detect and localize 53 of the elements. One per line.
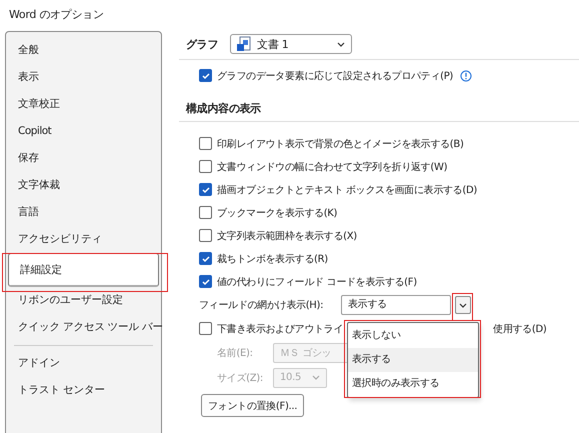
checkbox-label: ブックマークを表示する(K) bbox=[217, 206, 338, 220]
sidebar-item[interactable]: 言語 bbox=[6, 199, 161, 226]
chevron-down-icon bbox=[312, 375, 320, 380]
checkbox-label: 印刷レイアウト表示で背景の色とイメージを表示する(B) bbox=[217, 138, 464, 150]
section-heading: 構成内容の表示 bbox=[186, 102, 261, 115]
checkbox[interactable] bbox=[199, 229, 212, 242]
checkmark-icon bbox=[200, 70, 210, 80]
chevron-down-icon bbox=[337, 42, 346, 46]
info-icon[interactable] bbox=[460, 70, 472, 82]
checkmark-icon bbox=[200, 254, 210, 264]
checkbox[interactable] bbox=[199, 69, 212, 82]
checkbox-label: 文字列表示範囲枠を表示する(X) bbox=[217, 230, 357, 242]
checkbox[interactable] bbox=[199, 137, 212, 150]
sidebar-item[interactable]: クイック アクセス ツール バー bbox=[6, 314, 161, 341]
sidebar-item[interactable]: 文字体裁 bbox=[6, 172, 161, 199]
document-dropdown[interactable]: 文書 1 bbox=[230, 34, 352, 54]
window-title: Word のオプション bbox=[8, 7, 104, 23]
font-replace-button[interactable]: フォントの置換(F)... bbox=[201, 394, 304, 417]
dropdown-option[interactable]: 選択時のみ表示する bbox=[348, 372, 478, 396]
field-label: 名前(E): bbox=[217, 346, 254, 360]
checkmark-icon bbox=[200, 184, 210, 194]
sidebar-item[interactable]: リボンのユーザー設定 bbox=[6, 287, 161, 314]
field-label: フィールドの網かけ表示(H): bbox=[199, 298, 324, 312]
checkbox-label: 下書き表示およびアウトライ bbox=[217, 322, 344, 336]
checkbox-label: グラフのデータ要素に応じて設定されるプロパティ(P) bbox=[217, 70, 454, 82]
checkbox-label: 裁ちトンボを表示する(R) bbox=[217, 252, 328, 266]
sidebar-item[interactable]: アクセシビリティ bbox=[6, 226, 161, 253]
checkbox-label: 描画オブジェクトとテキスト ボックスを画面に表示する(D) bbox=[217, 184, 477, 196]
checkbox-label: 値の代わりにフィールド コードを表示する(F) bbox=[217, 276, 417, 288]
sidebar-item[interactable]: 詳細設定 bbox=[8, 253, 159, 287]
checkbox-label: 文書ウィンドウの幅に合わせて文字列を折り返す(W) bbox=[217, 160, 448, 174]
checkbox[interactable] bbox=[199, 183, 212, 196]
dropdown-button[interactable] bbox=[455, 296, 471, 314]
shading-dropdown[interactable]: 表示する bbox=[341, 295, 451, 315]
sidebar-item[interactable]: アドイン bbox=[6, 350, 161, 377]
checkbox[interactable] bbox=[199, 322, 212, 335]
sidebar-item[interactable]: 全般 bbox=[6, 37, 161, 64]
sidebar-item[interactable]: 保存 bbox=[6, 145, 161, 172]
sidebar-item[interactable]: Copilot bbox=[6, 118, 161, 145]
checkmark-icon bbox=[200, 276, 210, 286]
document-icon bbox=[237, 36, 252, 52]
checkbox-label: 使用する(D) bbox=[493, 322, 547, 336]
sidebar-item[interactable]: 表示 bbox=[6, 64, 161, 91]
sidebar-item[interactable]: 文章校正 bbox=[6, 91, 161, 118]
sidebar-item[interactable]: トラスト センター bbox=[6, 377, 161, 404]
chevron-down-icon bbox=[459, 302, 467, 308]
checkbox[interactable] bbox=[199, 160, 212, 173]
checkbox[interactable] bbox=[199, 252, 212, 265]
section-heading: グラフ bbox=[186, 36, 218, 52]
checkbox[interactable] bbox=[199, 275, 212, 288]
dropdown-option[interactable]: 表示する bbox=[348, 348, 478, 372]
checkbox[interactable] bbox=[199, 206, 212, 219]
field-label: サイズ(Z): bbox=[217, 372, 264, 384]
